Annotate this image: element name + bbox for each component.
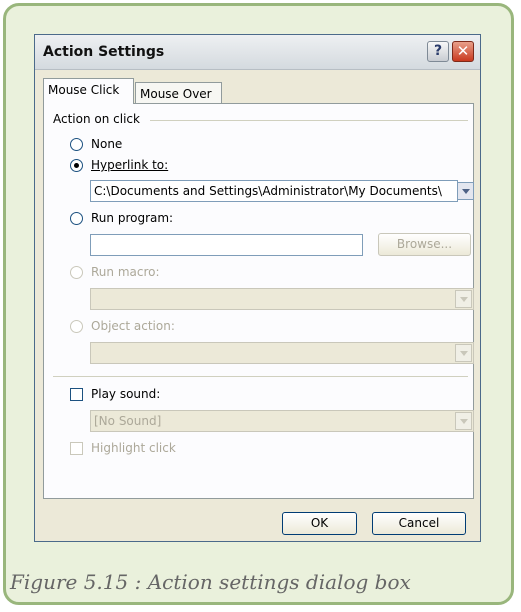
sound-dropdown[interactable]: [No Sound] bbox=[90, 410, 474, 432]
chevron-down-icon bbox=[460, 351, 468, 356]
section-divider bbox=[53, 376, 468, 377]
radio-run-macro[interactable] bbox=[70, 266, 83, 279]
radio-object-action[interactable] bbox=[70, 320, 83, 333]
highlight-click-label: Highlight click bbox=[91, 441, 176, 455]
group-label: Action on click bbox=[53, 112, 140, 126]
chevron-down-icon bbox=[460, 419, 468, 424]
radio-run-macro-label: Run macro: bbox=[91, 265, 160, 279]
help-icon: ? bbox=[433, 43, 443, 59]
tab-panel: Action on click None Hyperlink to: C:\Do… bbox=[43, 103, 474, 499]
title-bar[interactable]: Action Settings ? ✕ bbox=[35, 35, 480, 70]
cancel-button[interactable]: Cancel bbox=[372, 512, 466, 535]
highlight-click-checkbox[interactable] bbox=[70, 442, 83, 455]
browse-button[interactable]: Browse... bbox=[378, 233, 471, 256]
run-macro-dropdown-button[interactable] bbox=[455, 290, 472, 308]
play-sound-checkbox[interactable] bbox=[70, 388, 83, 401]
radio-hyperlink-label: Hyperlink to: bbox=[91, 158, 169, 172]
chevron-down-icon bbox=[460, 297, 468, 302]
close-button[interactable]: ✕ bbox=[452, 41, 474, 62]
close-icon: ✕ bbox=[456, 42, 470, 60]
radio-none-label: None bbox=[91, 137, 123, 151]
hyperlink-dropdown[interactable]: C:\Documents and Settings\Administrator\… bbox=[90, 180, 458, 202]
run-program-input[interactable] bbox=[90, 234, 363, 256]
run-macro-dropdown[interactable] bbox=[90, 288, 474, 310]
ok-button[interactable]: OK bbox=[282, 512, 357, 535]
radio-run-program[interactable] bbox=[70, 212, 83, 225]
figure-caption: Figure 5.15 : Action settings dialog box bbox=[10, 570, 411, 594]
radio-none[interactable] bbox=[70, 138, 83, 151]
radio-object-action-label: Object action: bbox=[91, 319, 175, 333]
sound-dropdown-button[interactable] bbox=[455, 412, 472, 430]
hyperlink-dropdown-button[interactable] bbox=[457, 182, 474, 200]
play-sound-label: Play sound: bbox=[91, 387, 161, 401]
chevron-down-icon bbox=[462, 189, 470, 194]
tab-mouse-click[interactable]: Mouse Click bbox=[43, 78, 134, 104]
radio-hyperlink[interactable] bbox=[70, 159, 83, 172]
group-divider bbox=[150, 120, 468, 121]
object-action-dropdown[interactable] bbox=[90, 342, 474, 364]
object-action-dropdown-button[interactable] bbox=[455, 344, 472, 362]
radio-run-program-label: Run program: bbox=[91, 211, 174, 225]
help-button[interactable]: ? bbox=[427, 41, 449, 62]
dialog-title: Action Settings bbox=[43, 44, 165, 60]
action-settings-dialog: Action Settings ? ✕ Mouse Click Mouse Ov… bbox=[34, 34, 481, 542]
